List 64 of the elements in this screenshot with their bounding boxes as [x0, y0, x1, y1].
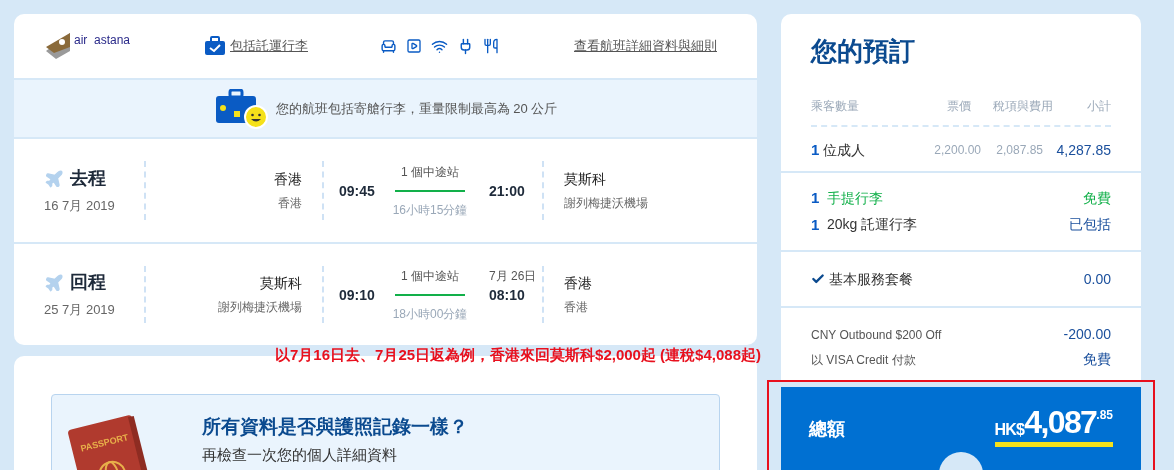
leg-label: 回程: [70, 271, 106, 295]
service-price: 0.00: [1083, 269, 1111, 289]
promo-caption: 以7月16日去、7月25日返為例，香港來回莫斯科$2,000起 (連稅$4,088起): [275, 347, 761, 364]
total-cents: .85: [1096, 407, 1113, 422]
baggage-count: 1: [811, 214, 821, 235]
flight-details-link[interactable]: 查看航班詳細資料與細則: [574, 36, 717, 56]
airline-name: air astana: [74, 32, 131, 49]
baggage-price: 免費: [1083, 188, 1111, 208]
baggage-price: 已包括: [1069, 215, 1111, 235]
total-amount: 4,087: [1024, 406, 1097, 438]
column-header: 稅項與費用: [992, 98, 1053, 115]
meal-icon: [483, 38, 499, 54]
adjustment-label: CNY Outbound $200 Off: [811, 326, 943, 344]
route-line: [395, 293, 465, 296]
subtotal-value: 4,287.85: [1055, 140, 1111, 160]
column-header: 小計: [1086, 98, 1111, 115]
suitcase-smiley-icon: [213, 88, 268, 129]
seat-icon: [380, 37, 397, 55]
departure-time: 09:10: [339, 286, 376, 303]
leg-label: 去程: [70, 167, 106, 191]
arrival-time: 08:10: [488, 286, 526, 303]
total-label: 總額: [809, 418, 845, 441]
checked-bag-icon: [204, 36, 226, 56]
arrival-date: 7月 26日: [488, 267, 537, 284]
passport-hint: 再檢查一次您的個人詳細資料: [202, 444, 398, 465]
stops-label: 1 個中途站: [401, 163, 459, 180]
arrival-time: 21:00: [488, 182, 526, 199]
baggage-type: 手提行李: [827, 188, 884, 208]
column-header: 票價: [946, 98, 971, 115]
passenger-count: 1: [811, 139, 820, 160]
video-icon: [406, 38, 422, 54]
baggage-type: 20kg 託運行李: [827, 215, 919, 235]
airline-logo-icon: [44, 31, 72, 61]
destination-airport: 香港: [564, 299, 589, 316]
total-currency: HK$: [994, 421, 1025, 440]
departure-time: 09:45: [339, 182, 376, 199]
fare-value: 2,200.00: [933, 142, 981, 159]
destination-city: 莫斯科: [564, 170, 607, 189]
adjustment-label: 以 VISA Credit 付款: [811, 351, 917, 369]
flight-duration: 18小時00分鐘: [392, 305, 468, 322]
destination-city: 香港: [564, 274, 592, 293]
leg-date: 25 7月 2019: [44, 301, 116, 320]
origin-city: 香港: [274, 170, 302, 189]
origin-airport: 香港: [278, 195, 302, 212]
destination-airport: 謝列梅捷沃機場: [564, 195, 648, 212]
baggage-count: 1: [811, 188, 821, 208]
baggage-link[interactable]: 包括託運行李: [204, 36, 380, 56]
plane-icon: [44, 272, 64, 293]
passenger-type: 位成人: [823, 140, 867, 160]
leg-date: 16 7月 2019: [44, 197, 116, 216]
booking-title: 您的預訂: [811, 35, 916, 68]
origin-city: 莫斯科: [260, 274, 302, 293]
adjustment-value: 免費: [1083, 350, 1111, 369]
adjustment-value: -200.00: [1063, 325, 1111, 344]
passport-question: 所有資料是否與護照記錄一樣？: [202, 415, 468, 439]
column-header: 乘客數量: [811, 98, 860, 115]
stops-label: 1 個中途站: [401, 267, 459, 284]
baggage-notice: 您的航班包括寄艙行李，重量限制最高為 20 公斤: [275, 99, 558, 118]
origin-airport: 謝列梅捷沃機場: [218, 299, 302, 316]
plane-icon: [44, 168, 64, 189]
service-package: 基本服務套餐: [829, 269, 914, 289]
route-line: [395, 189, 465, 192]
taxes-value: 2,087.85: [995, 142, 1043, 159]
flight-duration: 16小時15分鐘: [392, 201, 468, 218]
